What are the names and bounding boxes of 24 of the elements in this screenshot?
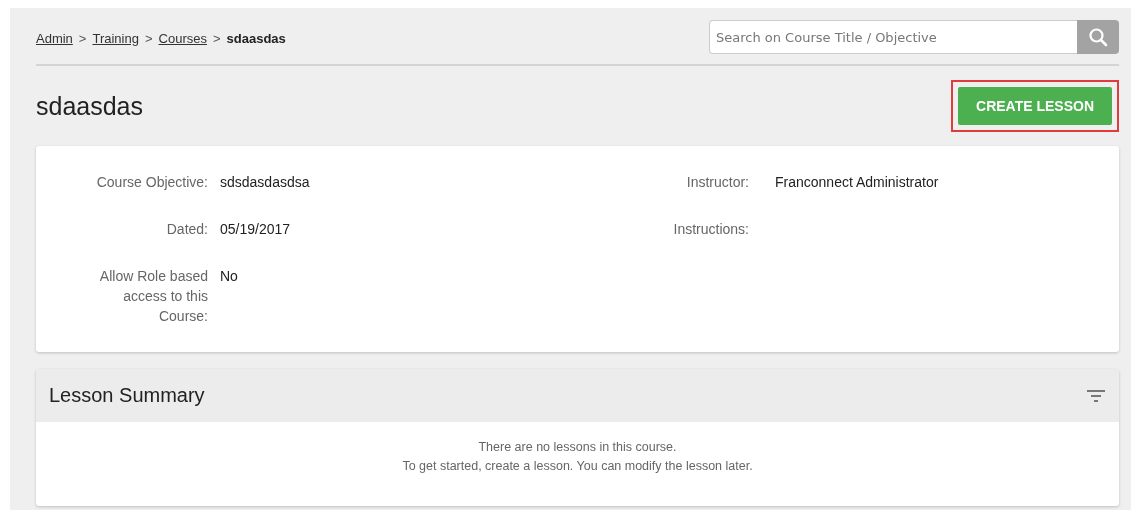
empty-message: To get started, create a lesson. You can modify the lesson later. [401, 458, 754, 475]
empty-message: There are no lessons in this course. [477, 439, 678, 456]
field-value: No [220, 268, 238, 284]
field-value: 05/19/2017 [220, 221, 291, 237]
filter-icon[interactable] [1087, 389, 1105, 402]
search-button[interactable] [1077, 20, 1119, 54]
field-label: Instructions: [673, 221, 749, 237]
breadcrumb-separator: > [212, 30, 221, 46]
field-value: Franconnect Administrator [775, 174, 939, 190]
field-label: Course Objective: [96, 174, 208, 190]
breadcrumb-link[interactable]: Admin [36, 30, 73, 46]
search-icon [1088, 27, 1108, 47]
breadcrumb-current: sdaasdas [226, 30, 286, 46]
breadcrumb-link[interactable]: Training [92, 30, 139, 46]
field-label: Allow Role based access to this Course: [99, 268, 208, 324]
breadcrumb-link[interactable]: Courses [158, 30, 207, 46]
section-title: Lesson Summary [49, 384, 205, 407]
field-label: Instructor: [686, 174, 749, 190]
breadcrumb-separator: > [144, 30, 153, 46]
breadcrumb-separator: > [78, 30, 87, 46]
field-label: Dated: [166, 221, 208, 237]
search-field[interactable]: Search on Course Title / Objective [709, 20, 1077, 54]
field-value: sdsdasdasdsa [220, 174, 310, 190]
page-title: sdaasdas [36, 91, 144, 121]
